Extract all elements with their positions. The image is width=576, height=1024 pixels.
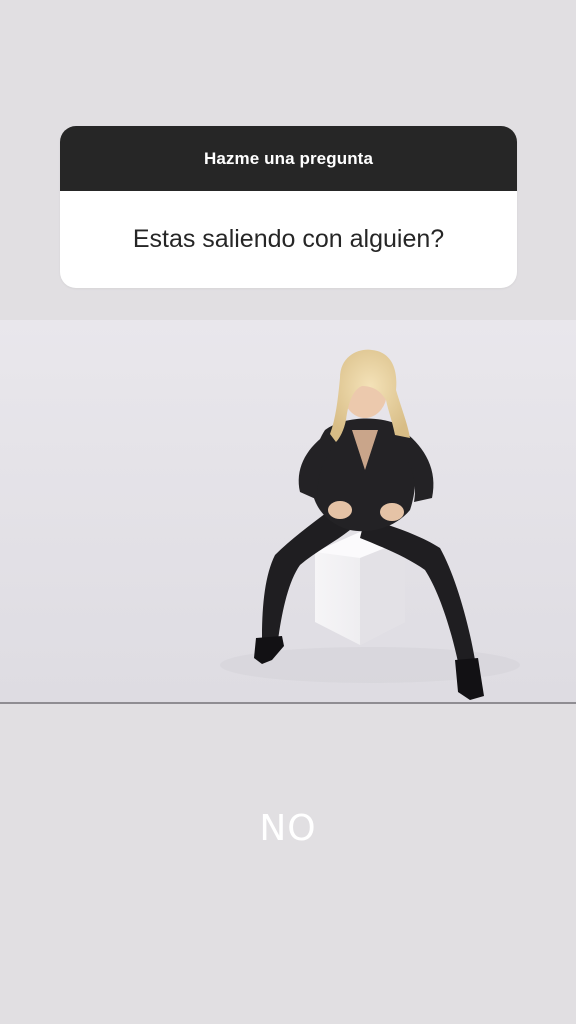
photo-edge	[0, 702, 576, 704]
studio-backdrop	[0, 320, 576, 703]
story-canvas: Hazme una pregunta Estas saliendo con al…	[0, 0, 576, 1024]
story-photo	[0, 320, 576, 703]
question-sticker[interactable]: Hazme una pregunta Estas saliendo con al…	[60, 126, 517, 288]
question-sticker-body: Estas saliendo con alguien?	[60, 191, 517, 288]
question-prompt: Hazme una pregunta	[204, 148, 373, 168]
photo-illustration	[0, 320, 576, 703]
answer-text: NO	[259, 808, 317, 849]
question-sticker-header: Hazme una pregunta	[60, 126, 517, 191]
question-text: Estas saliendo con alguien?	[132, 225, 445, 253]
